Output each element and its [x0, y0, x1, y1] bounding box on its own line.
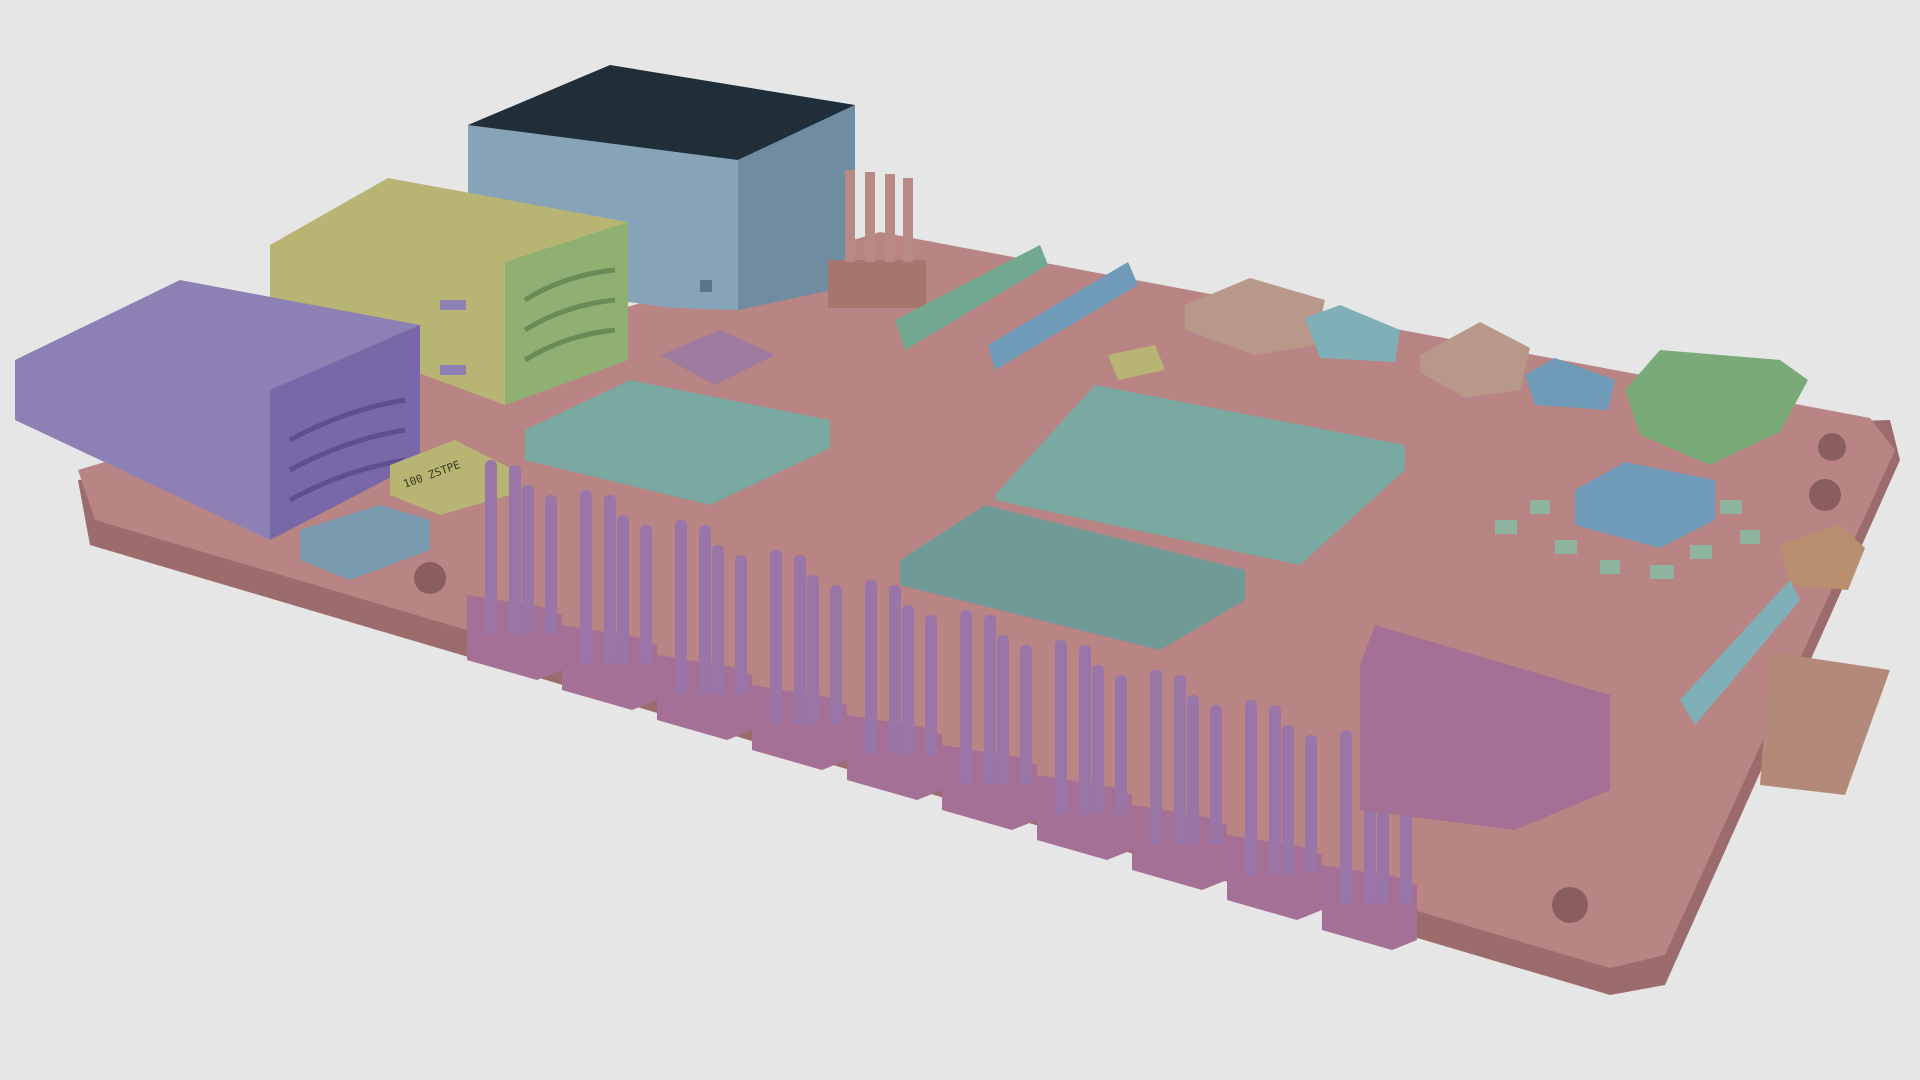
mount-hole	[1552, 887, 1588, 923]
microsd-card	[1760, 652, 1890, 795]
gpio-pin	[675, 520, 687, 695]
gpio-pin	[1340, 730, 1352, 905]
gpio-pin	[1187, 695, 1199, 845]
mount-hole	[1818, 433, 1846, 461]
gpio-pin	[997, 635, 1009, 785]
gpio-pin	[889, 585, 901, 755]
gpio-pin	[830, 585, 842, 725]
gpio-pin	[580, 490, 592, 665]
gpio-pin	[617, 515, 629, 665]
gpio-pin	[1055, 640, 1067, 815]
gpio-pin	[807, 575, 819, 725]
gpio-pin	[604, 495, 616, 665]
gpio-pin	[925, 615, 937, 755]
gpio-pin	[545, 495, 557, 635]
gpio-pin	[1245, 700, 1257, 875]
gpio-pin	[640, 525, 652, 665]
gpio-pin	[509, 465, 521, 635]
gpio-pin	[1150, 670, 1162, 845]
mount-hole	[1809, 479, 1841, 511]
gpio-pin	[1092, 665, 1104, 815]
gpio-pin	[1020, 645, 1032, 785]
gpio-pin	[1079, 645, 1091, 815]
gpio-pin	[1305, 735, 1317, 875]
gpio-pin	[794, 555, 806, 725]
small-connector	[1305, 305, 1400, 362]
gpio-pin	[712, 545, 724, 695]
gpio-pin	[1269, 705, 1281, 875]
gpio-pin	[1282, 725, 1294, 875]
gpio-pin	[1174, 675, 1186, 845]
gpio-pin	[522, 485, 534, 635]
gpio-pin	[770, 550, 782, 725]
gpio-pin	[865, 580, 877, 755]
gpio-pin	[1115, 675, 1127, 815]
gpio-pin	[1210, 705, 1222, 845]
gpio-pin	[902, 605, 914, 755]
gpio-pin	[699, 525, 711, 695]
mount-hole	[414, 562, 446, 594]
gpio-pin	[485, 460, 497, 635]
3d-viewport[interactable]: 100 ZSTPE	[0, 0, 1920, 1080]
gpio-pin	[960, 610, 972, 785]
board-render: 100 ZSTPE	[15, 65, 1900, 995]
gpio-pin	[984, 615, 996, 785]
gpio-pin	[735, 555, 747, 695]
